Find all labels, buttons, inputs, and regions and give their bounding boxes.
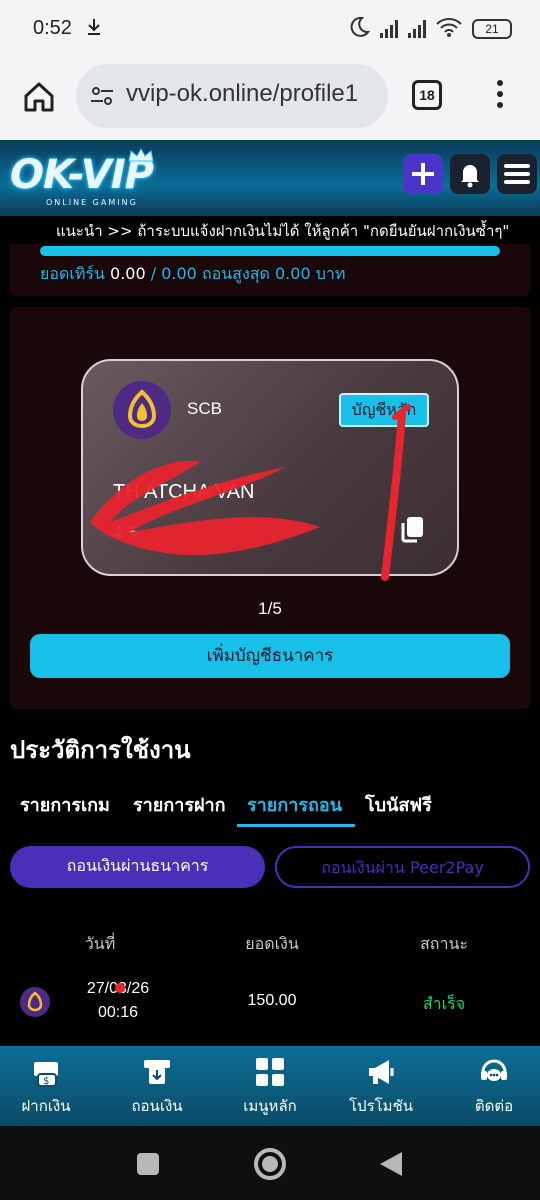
nav-deposit-label: ฝากเงิน xyxy=(21,1097,71,1115)
bell-icon xyxy=(461,165,479,188)
currency-label: บาท xyxy=(315,264,346,283)
tab-switcher-button[interactable]: 18 xyxy=(412,80,442,110)
signal-icon-2 xyxy=(408,20,426,38)
plus-icon xyxy=(412,163,434,185)
main-account-badge: บัญชีหลัก xyxy=(339,393,429,427)
red-dot-mark xyxy=(115,983,125,993)
turnover-current: 0.00 xyxy=(110,264,146,283)
overflow-menu-icon[interactable] xyxy=(495,80,505,114)
tab-game-history[interactable]: รายการเกม xyxy=(20,790,110,819)
column-header-date: วันที่ xyxy=(84,934,116,953)
site-settings-icon[interactable] xyxy=(90,86,114,106)
support-icon xyxy=(481,1059,507,1081)
home-icon[interactable] xyxy=(22,80,56,114)
turnover-target: 0.00 xyxy=(161,264,197,283)
withdraw-icon xyxy=(144,1060,170,1084)
nav-promotion-label: โปรโมชัน xyxy=(348,1097,413,1115)
tab-deposit-history[interactable]: รายการฝาก xyxy=(133,790,226,819)
balance-card: ยอดเทิร์น 0.00 / 0.00 ถอนสูงสุด 0.00 บาท xyxy=(10,244,530,296)
scb-bank-icon xyxy=(20,987,50,1017)
max-withdraw-label: ถอนสูงสุด xyxy=(201,264,270,283)
turnover-label: ยอดเทิร์น xyxy=(40,264,105,283)
bank-account-panel: SCB บัญชีหลัก TH ATCHA VAN 4 5 1/5 เพิ่ม… xyxy=(10,307,530,709)
nav-promotion[interactable]: โปรโมชัน xyxy=(331,1046,431,1126)
account-holder-name: TH ATCHA VAN xyxy=(113,481,255,503)
row-amount: 150.00 xyxy=(247,992,297,1009)
notification-button[interactable] xyxy=(450,154,490,194)
megaphone-icon xyxy=(369,1060,394,1084)
turnover-separator: / xyxy=(150,264,157,283)
status-bar: 0:52 21 xyxy=(0,0,540,58)
account-number: 4 5 xyxy=(113,523,139,543)
filter-peer2pay-withdraw[interactable]: ถอนเงินผ่าน Peer2Pay xyxy=(275,846,530,888)
row-time: 00:16 xyxy=(97,1004,139,1021)
download-icon xyxy=(86,18,102,41)
system-navigation-bar xyxy=(0,1126,540,1200)
hamburger-menu-button[interactable] xyxy=(497,154,537,194)
home-nav-icon[interactable] xyxy=(253,1147,287,1181)
nav-contact[interactable]: ติดต่อ xyxy=(444,1046,540,1126)
site-header: OK-VIP ONLINE GAMING xyxy=(0,140,540,216)
address-bar[interactable]: vvip-ok.online/profile1 xyxy=(76,64,388,128)
row-status: สำเร็จ xyxy=(422,996,466,1013)
add-button[interactable] xyxy=(403,154,443,194)
recents-icon[interactable] xyxy=(135,1151,161,1177)
scb-logo-icon xyxy=(113,381,171,439)
url-text[interactable]: vvip-ok.online/profile1 xyxy=(126,80,376,108)
nav-main-menu-label: เมนูหลัก xyxy=(243,1097,297,1115)
nav-main-menu[interactable]: เมนูหลัก xyxy=(220,1046,320,1126)
column-header-amount: ยอดเงิน xyxy=(245,934,299,953)
nav-withdraw-label: ถอนเงิน xyxy=(131,1097,183,1115)
nav-deposit[interactable]: $ ฝากเงิน xyxy=(0,1046,96,1126)
back-icon[interactable] xyxy=(378,1150,404,1178)
nav-contact-label: ติดต่อ xyxy=(474,1097,514,1115)
bank-card[interactable]: SCB บัญชีหลัก TH ATCHA VAN 4 5 xyxy=(81,359,459,576)
crown-icon xyxy=(128,148,154,162)
bank-name: SCB xyxy=(187,399,222,418)
active-tab-indicator xyxy=(237,824,355,827)
tab-free-bonus[interactable]: โบนัสฟรี xyxy=(365,790,432,819)
column-header-status: สถานะ xyxy=(420,934,468,953)
site-logo[interactable]: OK-VIP ONLINE GAMING xyxy=(10,148,175,208)
battery-icon: 21 xyxy=(472,19,512,39)
browser-toolbar: vvip-ok.online/profile1 18 xyxy=(0,58,540,140)
copy-icon[interactable] xyxy=(399,515,427,543)
add-bank-account-button[interactable]: เพิ่มบัญชีธนาคาร xyxy=(30,634,510,678)
svg-text:$: $ xyxy=(43,1076,49,1087)
wifi-icon xyxy=(436,17,462,41)
history-title: ประวัติการใช้งาน xyxy=(10,736,191,764)
nav-withdraw[interactable]: ถอนเงิน xyxy=(107,1046,207,1126)
filter-bank-withdraw[interactable]: ถอนเงินผ่านธนาคาร xyxy=(10,846,265,888)
card-pager: 1/5 xyxy=(258,599,282,618)
turnover-line: ยอดเทิร์น 0.00 / 0.00 ถอนสูงสุด 0.00 บาท xyxy=(40,262,345,287)
logo-subtitle: ONLINE GAMING xyxy=(46,198,138,207)
grid-icon xyxy=(256,1058,284,1086)
tab-withdraw-history[interactable]: รายการถอน xyxy=(247,790,342,819)
turnover-progress-bar xyxy=(40,246,500,256)
signal-icon xyxy=(380,20,398,38)
hamburger-icon xyxy=(504,164,530,184)
deposit-icon: $ xyxy=(34,1062,58,1087)
status-time: 0:52 xyxy=(33,17,72,39)
bottom-navigation: $ ฝากเงิน ถอนเงิน เมนูหลัก โปรโมชัน ติดต… xyxy=(0,1046,540,1126)
max-withdraw-value: 0.00 xyxy=(275,264,311,283)
moon-icon xyxy=(348,16,371,42)
announcement-marquee: แนะนำ >> ถ้าระบบแจ้งฝากเงินไม่ได้ ให้ลูก… xyxy=(0,216,540,246)
